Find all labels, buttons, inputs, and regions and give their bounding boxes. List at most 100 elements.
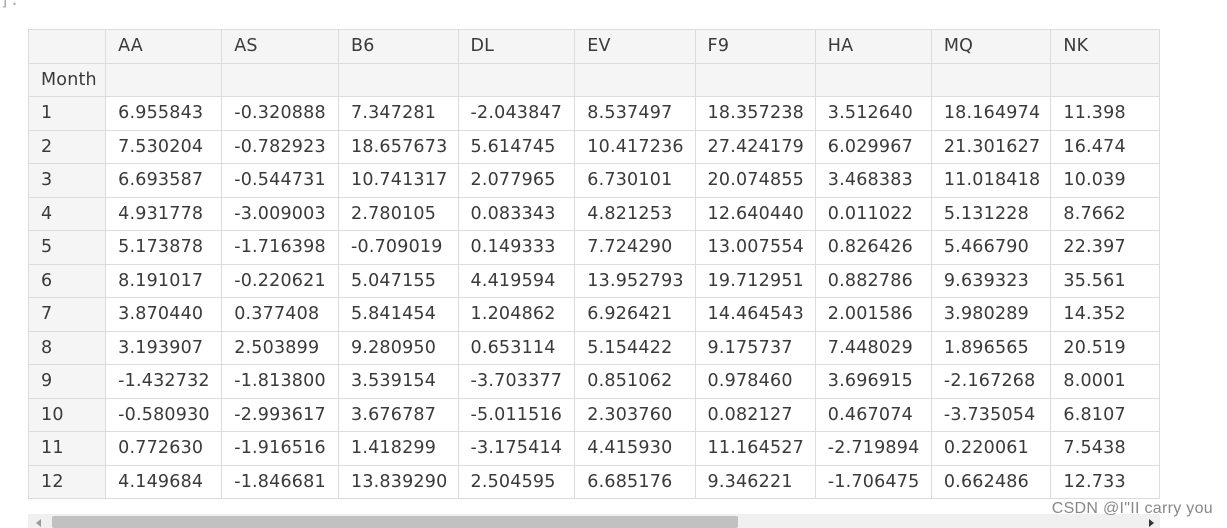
table-cell: 2.503899 [221,330,339,365]
index-header-corner [28,29,107,64]
table-cell: 2.303760 [574,397,696,432]
table-cell: 5.173878 [105,230,223,265]
table-row: 11 0.772630 -1.916516 1.418299 -3.175414 4.41… [28,431,1160,466]
index-name-filler-cell [814,62,932,97]
table-cell: 0.377408 [221,297,339,332]
table-cell: 22.397 [1050,230,1160,265]
table-cell: 1.204862 [457,297,576,332]
table-cell: -0.544731 [221,163,339,198]
scrollbar-thumb[interactable] [52,516,738,528]
table-cell: 13.952793 [574,263,696,298]
table-cell: 9.346221 [694,464,816,499]
table-cell: 3.193907 [105,330,223,365]
table-cell: 3.539154 [337,364,459,399]
dataframe-table: AA AS B6 DL EV F9 HA MQ NK Month 1 6.955843 -0.320… [28,29,1160,499]
table-cell: 7.530204 [105,129,223,164]
table-cell: 8.0001 [1050,364,1160,399]
table-cell: 6.955843 [105,96,223,131]
table-cell: 3.468383 [814,163,932,198]
table-cell: 2.780105 [337,196,459,231]
table-cell: 4.419594 [457,263,576,298]
scroll-right-arrow-icon[interactable] [1149,519,1154,527]
table-cell: 0.467074 [814,397,932,432]
row-index-label: 10 [28,397,107,432]
table-cell: 0.082127 [694,397,816,432]
horizontal-scrollbar[interactable] [28,514,1160,528]
row-index-label: 11 [28,431,107,466]
table-cell: 0.149333 [457,230,576,265]
table-cell: 6.730101 [574,163,696,198]
table-cell: 3.696915 [814,364,932,399]
table-cell: 10.417236 [574,129,696,164]
table-cell: 4.415930 [574,431,696,466]
column-header: DL [457,29,576,64]
table-cell: 6.693587 [105,163,223,198]
table-cell: 21.301627 [930,129,1052,164]
table-cell: 0.826426 [814,230,932,265]
table-row: 12 4.149684 -1.846681 13.839290 2.504595 6.68… [28,464,1160,499]
table-cell: 11.018418 [930,163,1052,198]
table-cell: 12.640440 [694,196,816,231]
dataframe-viewport[interactable]: AA AS B6 DL EV F9 HA MQ NK Month 1 6.955843 -0.320… [28,29,1160,512]
table-cell: -3.703377 [457,364,576,399]
table-cell: 0.083343 [457,196,576,231]
table-cell: 0.662486 [930,464,1052,499]
table-cell: 5.614745 [457,129,576,164]
table-cell: 4.149684 [105,464,223,499]
table-cell: 0.011022 [814,196,932,231]
table-cell: 27.424179 [694,129,816,164]
column-header: B6 [337,29,459,64]
table-row: 10 -0.580930 -2.993617 3.676787 -5.011516 2.3… [28,397,1160,432]
column-header: HA [814,29,932,64]
table-row: 3 6.693587 -0.544731 10.741317 2.077965 6.730… [28,163,1160,198]
table-cell: 2.504595 [457,464,576,499]
table-cell: 3.512640 [814,96,932,131]
table-row: 9 -1.432732 -1.813800 3.539154 -3.703377 0.85… [28,364,1160,399]
table-row: 6 8.191017 -0.220621 5.047155 4.419594 13.952… [28,263,1160,298]
table-cell: -1.846681 [221,464,339,499]
table-cell: 0.220061 [930,431,1052,466]
index-name-filler-cell [105,62,223,97]
index-name-filler-cell [337,62,459,97]
table-cell: 0.978460 [694,364,816,399]
index-name-filler-cell [930,62,1052,97]
table-cell: 7.448029 [814,330,932,365]
table-cell: 14.464543 [694,297,816,332]
table-cell: 10.741317 [337,163,459,198]
table-cell: 14.352 [1050,297,1160,332]
column-header: EV [574,29,696,64]
table-cell: -1.716398 [221,230,339,265]
index-name-filler-cell [221,62,339,97]
column-header: AA [105,29,223,64]
table-cell: 4.821253 [574,196,696,231]
table-cell: -0.320888 [221,96,339,131]
index-name-filler-cell [1050,62,1160,97]
table-cell: 8.7662 [1050,196,1160,231]
table-cell: 5.841454 [337,297,459,332]
table-cell: 7.5438 [1050,431,1160,466]
column-header: AS [221,29,339,64]
row-index-label: 5 [28,230,107,265]
table-cell: 5.154422 [574,330,696,365]
table-cell: -5.011516 [457,397,576,432]
table-cell: 20.074855 [694,163,816,198]
table-cell: 2.001586 [814,297,932,332]
scroll-left-arrow-icon[interactable] [36,519,41,527]
index-name-filler-cell [574,62,696,97]
row-index-label: 9 [28,364,107,399]
table-cell: 11.398 [1050,96,1160,131]
table-cell: 16.474 [1050,129,1160,164]
row-index-label: 12 [28,464,107,499]
table-cell: -2.167268 [930,364,1052,399]
table-cell: 5.466790 [930,230,1052,265]
column-header-row: AA AS B6 DL EV F9 HA MQ NK [28,29,1160,64]
column-header: F9 [694,29,816,64]
table-cell: 0.882786 [814,263,932,298]
table-cell: 13.007554 [694,230,816,265]
row-index-label: 6 [28,263,107,298]
table-cell: -3.735054 [930,397,1052,432]
table-cell: -0.709019 [337,230,459,265]
table-cell: 11.164527 [694,431,816,466]
row-index-label: 8 [28,330,107,365]
table-cell: -0.220621 [221,263,339,298]
